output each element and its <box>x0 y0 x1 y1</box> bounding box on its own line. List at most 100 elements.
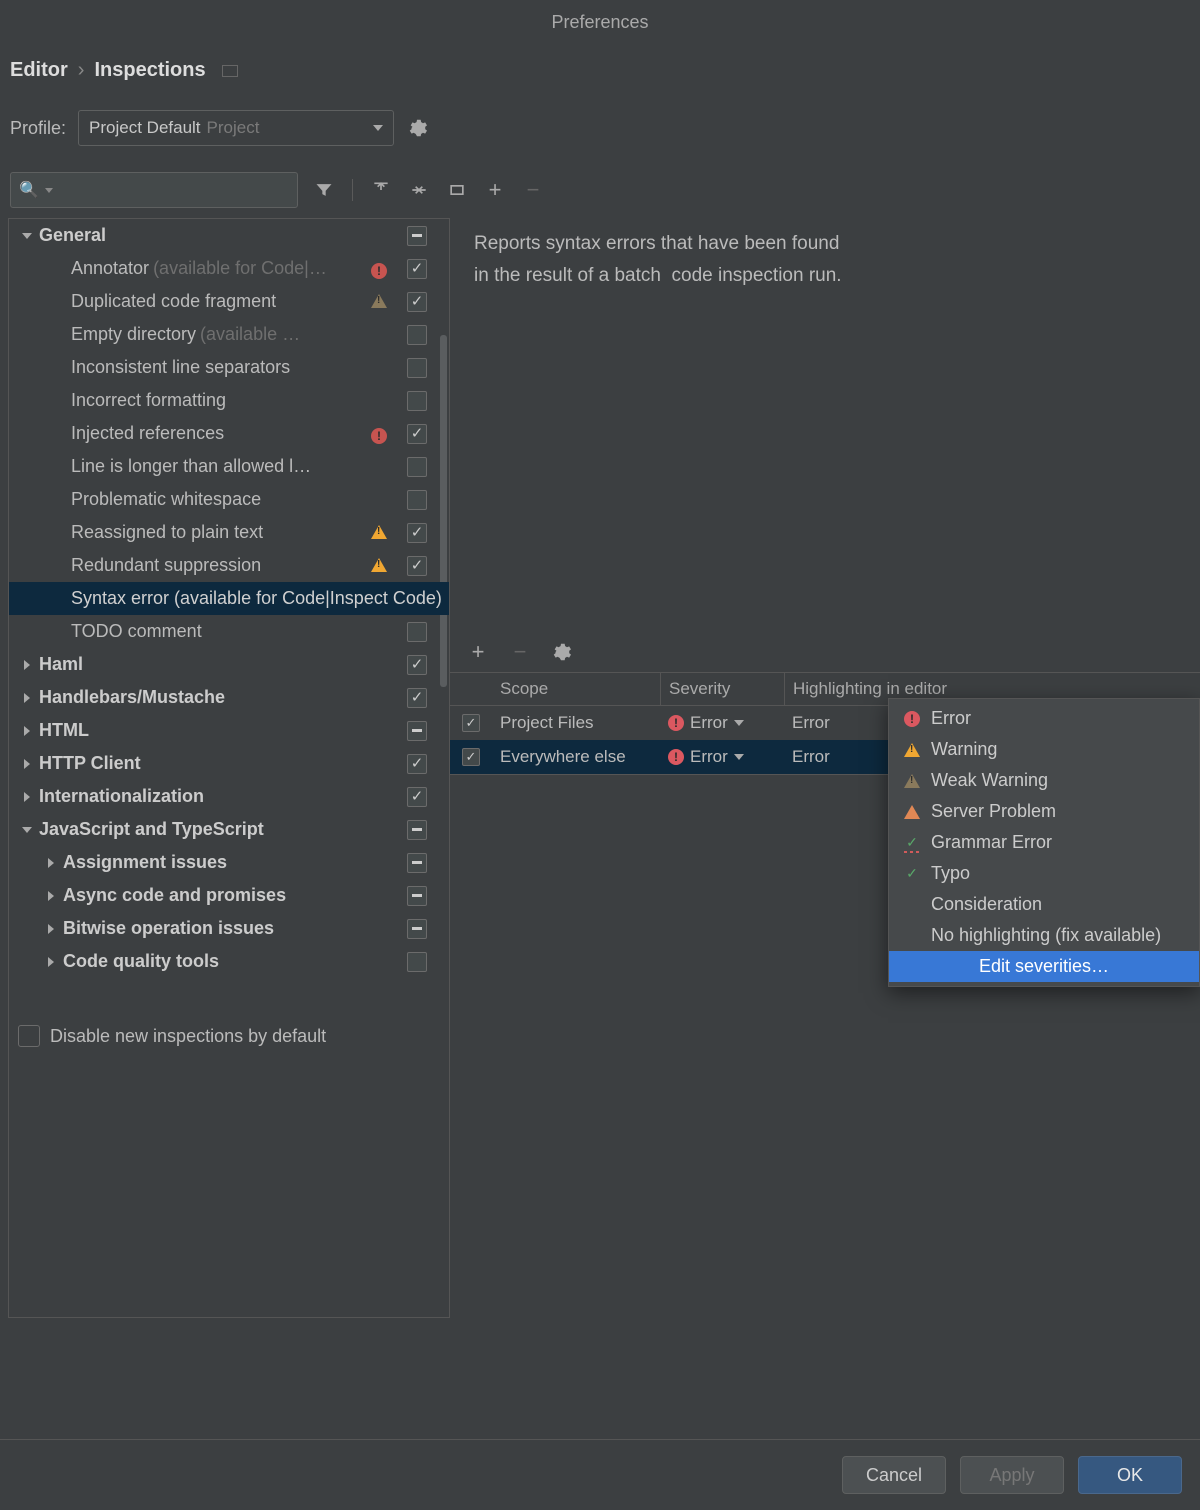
category-label: JavaScript and TypeScript <box>39 819 264 840</box>
severity-cell[interactable]: Error <box>660 713 784 733</box>
ok-button[interactable]: OK <box>1078 1456 1182 1494</box>
checkbox-mixed[interactable] <box>407 226 427 246</box>
tree-item[interactable]: Problematic whitespace <box>9 483 449 516</box>
checkbox-mixed[interactable] <box>407 820 427 840</box>
severity-option-consideration[interactable]: Consideration <box>889 889 1199 920</box>
checkbox[interactable] <box>407 523 427 543</box>
severity-option-typo[interactable]: Typo <box>889 858 1199 889</box>
checkbox-mixed[interactable] <box>407 886 427 906</box>
checkbox[interactable] <box>407 688 427 708</box>
tree-item[interactable]: Incorrect formatting <box>9 384 449 417</box>
category-label: Code quality tools <box>63 951 219 972</box>
severity-cell[interactable]: Error <box>660 747 784 767</box>
checkbox[interactable] <box>462 748 480 766</box>
gear-icon[interactable] <box>406 117 428 139</box>
tree-subcategory[interactable]: Async code and promises <box>9 879 449 912</box>
breadcrumb-inspections[interactable]: Inspections <box>94 59 205 82</box>
checkbox[interactable] <box>407 391 427 411</box>
checkbox[interactable] <box>407 787 427 807</box>
inspection-tree[interactable]: General Annotator (available for Code|… … <box>8 218 450 1318</box>
severity-option-grammar-error[interactable]: Grammar Error <box>889 827 1199 858</box>
tree-item[interactable]: Reassigned to plain text <box>9 516 449 549</box>
checkbox[interactable] <box>407 490 427 510</box>
tree-category[interactable]: Haml <box>9 648 449 681</box>
tree-category-general[interactable]: General <box>9 219 449 252</box>
tree-item[interactable]: TODO comment <box>9 615 449 648</box>
error-icon <box>668 715 684 731</box>
tree-item[interactable]: Line is longer than allowed l… <box>9 450 449 483</box>
tree-category[interactable]: Internationalization <box>9 780 449 813</box>
checkbox[interactable] <box>407 952 427 972</box>
severity-option-edit[interactable]: Edit severities… <box>889 951 1199 982</box>
tree-item[interactable]: Redundant suppression <box>9 549 449 582</box>
checkbox[interactable] <box>407 358 427 378</box>
checkbox-mixed[interactable] <box>407 721 427 741</box>
item-label: Injected references <box>71 423 224 444</box>
tree-item[interactable]: Duplicated code fragment <box>9 285 449 318</box>
checkbox[interactable] <box>407 259 427 279</box>
tree-category-js[interactable]: JavaScript and TypeScript <box>9 813 449 846</box>
checkbox[interactable] <box>462 714 480 732</box>
tree-item[interactable]: Annotator (available for Code|… <box>9 252 449 285</box>
checkbox[interactable] <box>407 424 427 444</box>
tree-item[interactable]: Inconsistent line separators <box>9 351 449 384</box>
severity-menu[interactable]: Error Warning Weak Warning Server Proble… <box>888 698 1200 987</box>
chevron-down-icon <box>373 125 383 131</box>
disable-new-checkbox[interactable] <box>18 1025 40 1047</box>
filter-icon[interactable] <box>312 178 336 202</box>
cancel-button[interactable]: Cancel <box>842 1456 946 1494</box>
search-input[interactable]: 🔍 <box>10 172 298 208</box>
severity-option-warning[interactable]: Warning <box>889 734 1199 765</box>
add-icon[interactable]: + <box>483 178 507 202</box>
error-icon <box>904 711 920 727</box>
col-severity: Severity <box>660 673 784 705</box>
checkbox[interactable] <box>407 292 427 312</box>
tree-subcategory[interactable]: Code quality tools <box>9 945 449 978</box>
apply-button[interactable]: Apply <box>960 1456 1064 1494</box>
scope-cell: Everywhere else <box>492 747 660 767</box>
collapse-all-icon[interactable] <box>407 178 431 202</box>
typo-icon <box>906 865 918 882</box>
breadcrumb-editor[interactable]: Editor <box>10 59 68 82</box>
chevron-right-icon <box>19 792 35 802</box>
tree-subcategory[interactable]: Assignment issues <box>9 846 449 879</box>
checkbox[interactable] <box>407 556 427 576</box>
severity-option-error[interactable]: Error <box>889 703 1199 734</box>
chevron-down-icon <box>19 233 35 239</box>
severity-option-no-highlighting[interactable]: No highlighting (fix available) <box>889 920 1199 951</box>
category-label: Internationalization <box>39 786 204 807</box>
checkbox[interactable] <box>407 457 427 477</box>
remove-icon[interactable]: − <box>521 178 545 202</box>
profile-value: Project Default <box>89 118 201 138</box>
checkbox[interactable] <box>407 754 427 774</box>
tree-item-selected[interactable]: Syntax error (available for Code|Inspect… <box>9 582 450 615</box>
tree-item[interactable]: Injected references <box>9 417 449 450</box>
breadcrumb: Editor › Inspections <box>0 41 1200 96</box>
expand-all-icon[interactable] <box>369 178 393 202</box>
item-suffix: (available … <box>200 324 300 345</box>
error-icon <box>668 749 684 765</box>
severity-value: Error <box>690 747 728 767</box>
checkbox-mixed[interactable] <box>407 853 427 873</box>
category-label: Bitwise operation issues <box>63 918 274 939</box>
checkbox[interactable] <box>407 622 427 642</box>
add-scope-icon[interactable]: + <box>466 640 490 664</box>
severity-option-server-problem[interactable]: Server Problem <box>889 796 1199 827</box>
checkbox[interactable] <box>407 325 427 345</box>
remove-scope-icon[interactable]: − <box>508 640 532 664</box>
error-icon <box>371 425 389 443</box>
tree-category[interactable]: HTTP Client <box>9 747 449 780</box>
tree-category[interactable]: HTML <box>9 714 449 747</box>
tree-item[interactable]: Empty directory (available … <box>9 318 449 351</box>
chevron-right-icon <box>19 726 35 736</box>
gear-icon[interactable] <box>550 641 572 663</box>
severity-option-weak-warning[interactable]: Weak Warning <box>889 765 1199 796</box>
tree-subcategory[interactable]: Bitwise operation issues <box>9 912 449 945</box>
reset-icon[interactable] <box>222 65 238 77</box>
reset-defaults-icon[interactable] <box>445 178 469 202</box>
checkbox-mixed[interactable] <box>407 919 427 939</box>
checkbox[interactable] <box>407 655 427 675</box>
profile-dropdown[interactable]: Project Default Project <box>78 110 394 146</box>
tree-category[interactable]: Handlebars/Mustache <box>9 681 449 714</box>
window-title: Preferences <box>0 0 1200 41</box>
